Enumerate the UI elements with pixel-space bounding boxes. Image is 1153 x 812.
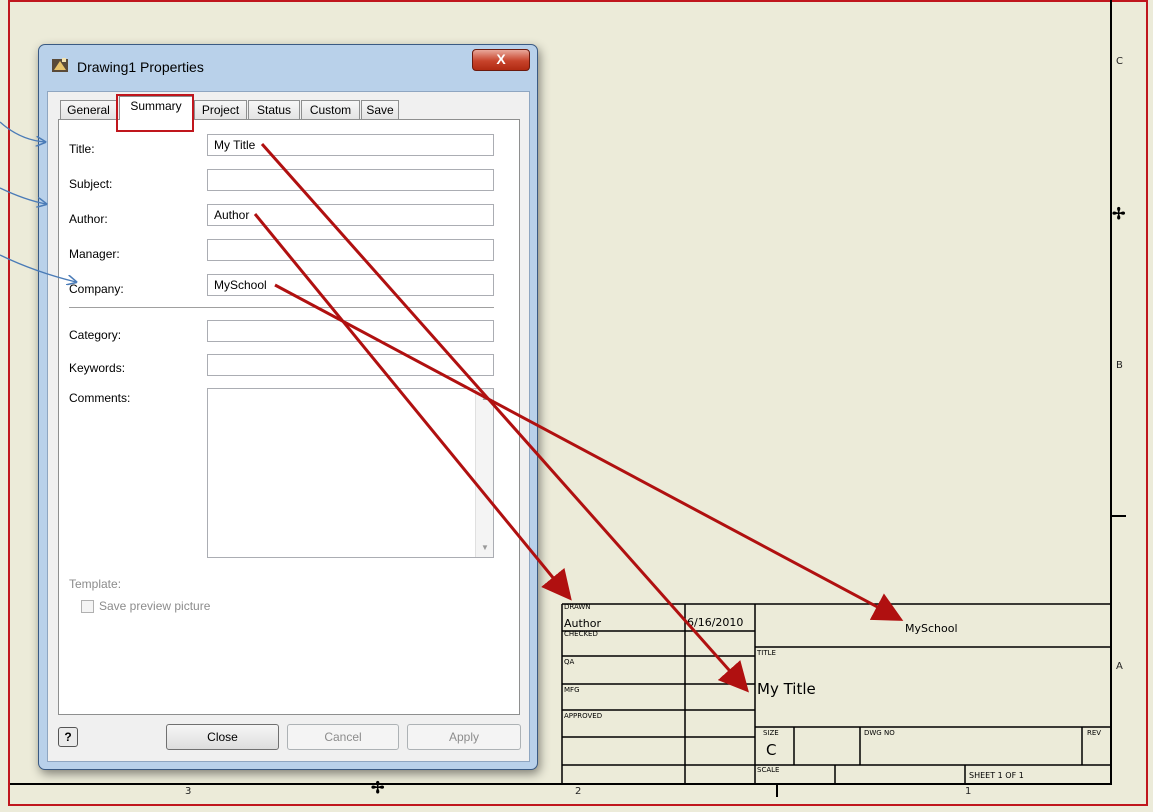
subject-label: Subject: (69, 177, 113, 191)
close-icon[interactable]: X (472, 49, 530, 71)
cancel-button[interactable]: Cancel (287, 724, 399, 750)
author-label: Author: (69, 212, 108, 226)
tab-custom[interactable]: Custom (301, 100, 360, 119)
tb-company: MySchool (905, 622, 958, 635)
tb-drawn-label: DRAWN (564, 603, 591, 611)
tb-title-value: My Title (757, 680, 816, 698)
tb-scale-label: SCALE (757, 766, 780, 774)
tb-drawn-value: Author (564, 617, 602, 630)
tb-size-label: SIZE (763, 729, 779, 737)
company-label: Company: (69, 282, 124, 296)
tb-checked-label: CHECKED (564, 630, 598, 638)
template-label: Template: (69, 577, 122, 591)
tb-sheet-label: SHEET 1 OF 1 (969, 771, 1024, 780)
tb-rev-label: REV (1087, 729, 1102, 737)
dialog-title: Drawing1 Properties (77, 59, 204, 75)
scroll-down-icon[interactable]: ▼ (481, 543, 489, 552)
tb-title-label: TITLE (757, 649, 776, 657)
dialog-titlebar[interactable]: Drawing1 Properties X (39, 45, 537, 87)
manager-field[interactable] (207, 239, 494, 261)
tab-general[interactable]: General (60, 100, 117, 119)
save-preview-checkbox[interactable] (81, 600, 94, 613)
help-icon[interactable]: ? (58, 727, 78, 747)
keywords-field[interactable] (207, 354, 494, 376)
tab-status[interactable]: Status (248, 100, 300, 119)
comments-scrollbar[interactable]: ▲ ▼ (475, 389, 493, 557)
subject-field[interactable] (207, 169, 494, 191)
tb-mfg-label: MFG (564, 686, 580, 694)
company-field[interactable]: MySchool (207, 274, 494, 296)
field-separator (69, 307, 494, 308)
close-button[interactable]: Close (166, 724, 279, 750)
properties-dialog: Drawing1 Properties X General Summary Pr… (38, 44, 538, 770)
dialog-client-area: General Summary Project Status Custom Sa… (47, 91, 530, 762)
tb-dwg-no-label: DWG NO (864, 729, 895, 737)
category-label: Category: (69, 328, 122, 342)
save-preview-label: Save preview picture (99, 599, 211, 613)
scroll-up-icon[interactable]: ▲ (481, 393, 489, 402)
comments-label: Comments: (69, 391, 131, 405)
title-label: Title: (69, 142, 95, 156)
tb-approved-label: APPROVED (564, 712, 603, 720)
apply-button[interactable]: Apply (407, 724, 521, 750)
comments-textarea[interactable]: ▲ ▼ (207, 388, 494, 558)
keywords-label: Keywords: (69, 361, 126, 375)
tb-qa-label: QA (564, 658, 575, 666)
drawing-app-icon (52, 58, 68, 72)
summary-panel: Title: My Title Subject: Author: Author … (58, 119, 520, 715)
tb-size-value: C (766, 741, 777, 759)
tab-project[interactable]: Project (194, 100, 247, 119)
title-field[interactable]: My Title (207, 134, 494, 156)
manager-label: Manager: (69, 247, 120, 261)
category-field[interactable] (207, 320, 494, 342)
author-field[interactable]: Author (207, 204, 494, 226)
tab-save[interactable]: Save (361, 100, 399, 119)
tb-drawn-date: 6/16/2010 (687, 616, 744, 629)
summary-tab-highlight (116, 94, 194, 132)
